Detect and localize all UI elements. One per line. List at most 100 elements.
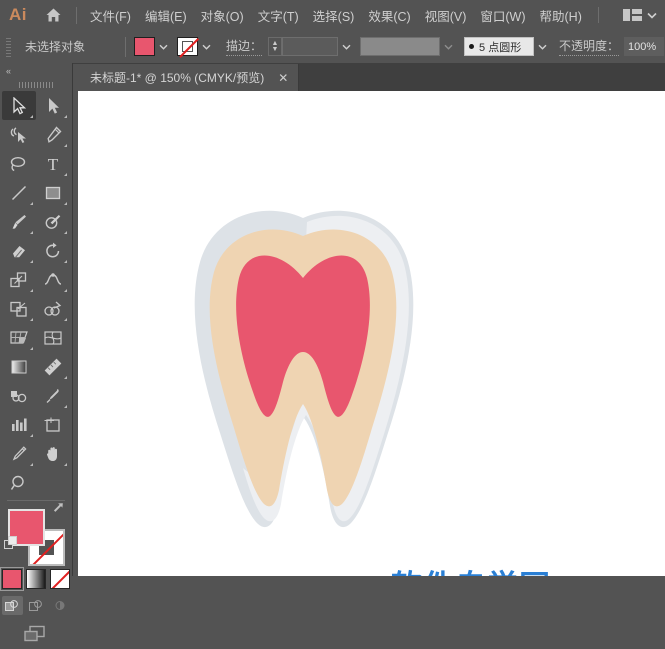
rotate-tool[interactable] [36,236,70,265]
collapse-double-arrow-icon[interactable]: « [0,63,72,79]
tooth-cross-section-illustration[interactable] [173,206,433,536]
stroke-profile-preview[interactable] [360,37,440,56]
tool-corner-indicator [30,260,33,263]
lasso-tool[interactable] [2,149,36,178]
stroke-profile-chevron-down-icon[interactable] [440,37,456,56]
menu-bar: Ai 文件(F) 编辑(E) 对象(O) 文字(T) 选择(S) 效果(C) 视… [0,0,665,30]
document-canvas[interactable]: 软件自学网 WWW.RJZXW.COM [78,91,665,576]
stroke-weight-chevron-down-icon[interactable] [338,37,354,56]
mesh-tool[interactable] [36,323,70,352]
line-segment-tool[interactable] [2,178,36,207]
brush-definition-field[interactable]: 5 点圆形 [464,37,534,56]
direct-selection-tool[interactable] [36,91,70,120]
draw-normal-button[interactable] [2,596,23,615]
shaper-tool[interactable] [36,207,70,236]
tool-corner-indicator [64,173,67,176]
fill-color-swatch[interactable] [134,37,155,56]
menu-edit[interactable]: 编辑(E) [138,2,194,29]
tool-corner-indicator [30,289,33,292]
menu-select[interactable]: 选择(S) [306,2,362,29]
brush-chevron-down-icon[interactable] [534,37,550,56]
width-tool[interactable] [36,265,70,294]
scale-tool[interactable] [2,265,36,294]
control-bar: 未选择对象 描边： ▲ ▼ 5 点圆形 [0,30,665,64]
tool-corner-indicator [64,202,67,205]
eyedropper-tool[interactable] [36,381,70,410]
measure-tool[interactable] [36,352,70,381]
tool-corner-indicator [64,376,67,379]
menu-effect[interactable]: 效果(C) [361,2,417,29]
tool-corner-indicator [64,115,67,118]
rectangle-tool[interactable] [36,178,70,207]
tools-divider [7,500,65,501]
paint-mode-buttons [0,569,72,589]
document-tab-bar: 未标题-1* @ 150% (CMYK/预览) ✕ [78,63,665,91]
gradient-mode-button[interactable] [26,569,46,589]
tool-slot-empty [36,468,70,497]
opacity-label: 不透明度： [559,37,619,56]
stroke-weight-label: 描边： [226,37,262,56]
menu-window[interactable]: 窗口(W) [473,2,532,29]
control-bar-grip[interactable] [4,37,14,57]
control-divider-1 [125,37,126,57]
default-fill-stroke-icon[interactable] [4,536,20,557]
shape-builder-tool[interactable] [36,294,70,323]
menubar-divider [76,7,77,24]
tool-corner-indicator [64,231,67,234]
opacity-input[interactable]: 100% [624,37,664,56]
tools-panel: « [0,63,73,576]
document-tab[interactable]: 未标题-1* @ 150% (CMYK/预览) ✕ [78,64,299,91]
type-tool[interactable]: T [36,149,70,178]
stroke-weight-stepper[interactable]: ▲ ▼ [268,37,282,56]
tool-corner-indicator [30,434,33,437]
swap-fill-stroke-icon[interactable] [54,503,68,519]
tool-corner-indicator [64,318,67,321]
draw-inside-button[interactable] [50,596,71,615]
close-icon[interactable]: ✕ [278,72,288,84]
svg-text:T: T [48,155,59,173]
stroke-chevron-down-icon[interactable] [198,37,214,56]
gradient-tool[interactable] [2,352,36,381]
menu-object[interactable]: 对象(O) [194,2,251,29]
draw-mode-buttons [0,596,72,615]
site-watermark: 软件自学网 WWW.RJZXW.COM [391,570,553,576]
pen-tool[interactable] [36,120,70,149]
fill-stroke-control [4,505,68,563]
eraser-tool[interactable] [2,236,36,265]
hand-tool[interactable] [36,439,70,468]
app-logo: Ai [0,0,36,30]
home-icon[interactable] [36,0,70,30]
pencil-tool[interactable] [2,439,36,468]
tool-corner-indicator [64,260,67,263]
tool-corner-indicator [64,289,67,292]
magic-wand-tool[interactable] [2,120,36,149]
perspective-grid-tool[interactable] [2,323,36,352]
zoom-tool[interactable] [2,468,36,497]
stroke-color-swatch[interactable] [177,37,198,56]
tools-grid: T [0,91,72,497]
menu-file[interactable]: 文件(F) [83,2,138,29]
menu-items: 文件(F) 编辑(E) 对象(O) 文字(T) 选择(S) 效果(C) 视图(V… [83,2,589,29]
menu-type[interactable]: 文字(T) [251,2,306,29]
color-mode-button[interactable] [2,569,22,589]
selection-tool[interactable] [2,91,36,120]
draw-behind-button[interactable] [26,596,47,615]
column-graph-tool[interactable] [2,410,36,439]
none-mode-button[interactable] [50,569,70,589]
change-screen-mode-button[interactable] [21,624,51,649]
artboard-tool[interactable] [36,410,70,439]
tool-corner-indicator [30,318,33,321]
brush-definition-label: 5 点圆形 [479,39,521,55]
menu-help[interactable]: 帮助(H) [533,2,589,29]
tools-panel-grip[interactable] [0,79,72,91]
tool-corner-indicator [64,405,67,408]
free-transform-tool[interactable] [2,294,36,323]
workspace-switcher[interactable] [623,0,657,30]
watermark-title: 软件自学网 [391,572,551,576]
stroke-weight-input[interactable] [282,37,338,56]
paintbrush-tool[interactable] [2,207,36,236]
stepper-down-icon[interactable]: ▼ [272,47,279,53]
menu-view[interactable]: 视图(V) [418,2,474,29]
fill-chevron-down-icon[interactable] [155,37,171,56]
blend-tool[interactable] [2,381,36,410]
